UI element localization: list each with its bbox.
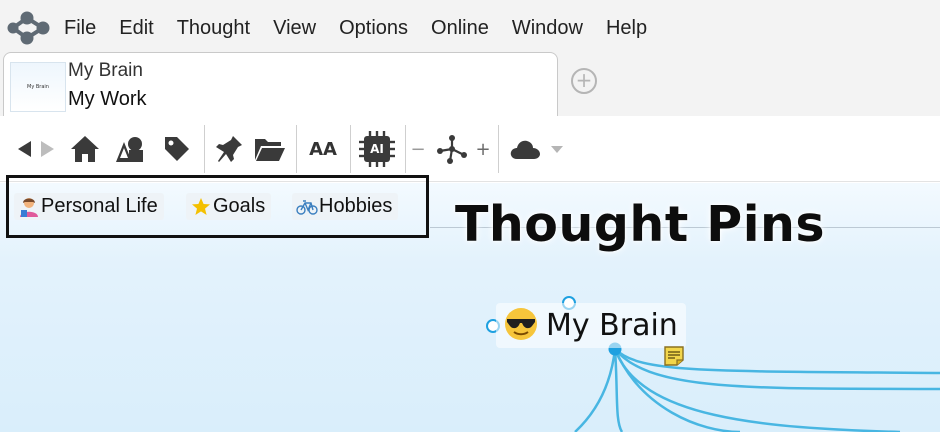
tab-thought-name: My Work — [68, 88, 147, 110]
tab-strip: My Brain My Brain My Work + — [0, 50, 940, 118]
ai-chip-icon[interactable]: AI — [357, 131, 397, 167]
menu-online[interactable]: Online — [423, 10, 497, 46]
zoom-in-button[interactable]: + — [475, 132, 491, 166]
menu-help[interactable]: Help — [598, 10, 655, 46]
toolbar-separator — [498, 125, 499, 173]
toolbar-separator — [204, 125, 205, 173]
pin-icon[interactable] — [213, 132, 247, 166]
toolbar-separator — [296, 125, 297, 173]
sunglasses-emoji-icon — [504, 307, 538, 345]
font-size-button[interactable]: AA — [304, 132, 342, 166]
cloud-icon[interactable] — [508, 132, 542, 166]
link-down-left — [574, 348, 617, 432]
network-icon[interactable] — [434, 132, 470, 166]
menu-file[interactable]: File — [56, 10, 104, 46]
menu-view[interactable]: View — [265, 10, 324, 46]
font-size-label: AA — [309, 138, 337, 160]
menu-options[interactable]: Options — [331, 10, 416, 46]
toolbar-separator — [405, 125, 406, 173]
menu-thought[interactable]: Thought — [169, 10, 258, 46]
thought-label: My Brain — [546, 308, 678, 343]
add-tab-icon[interactable]: + — [571, 68, 597, 94]
tab-brain-name: My Brain — [68, 60, 143, 81]
toolbar-separator — [350, 125, 351, 173]
note-icon[interactable] — [663, 345, 685, 367]
overlay-title: Thought Pins — [455, 196, 826, 253]
shapes-icon[interactable] — [113, 132, 147, 166]
pins-highlight-box — [6, 175, 429, 238]
menu-window[interactable]: Window — [504, 10, 591, 46]
brain-thumbnail: My Brain — [10, 62, 66, 112]
toolbar: AA AI − + — [0, 116, 940, 182]
folder-open-icon[interactable] — [252, 132, 288, 166]
chevron-down-icon[interactable] — [549, 132, 565, 166]
forward-arrow-icon[interactable] — [38, 132, 58, 166]
ai-label: AI — [370, 142, 384, 156]
tag-icon[interactable] — [160, 132, 194, 166]
zoom-out-button[interactable]: − — [410, 132, 425, 166]
menu-bar: File Edit Thought View Options Online Wi… — [0, 0, 940, 56]
central-thought[interactable]: My Brain — [496, 303, 686, 348]
back-arrow-icon[interactable] — [14, 132, 34, 166]
tab-my-brain[interactable]: My Brain My Brain My Work — [3, 52, 558, 118]
home-icon[interactable] — [68, 132, 102, 166]
app-logo-icon[interactable] — [0, 0, 56, 56]
menu-edit[interactable]: Edit — [111, 10, 161, 46]
link-right-3 — [613, 348, 901, 432]
